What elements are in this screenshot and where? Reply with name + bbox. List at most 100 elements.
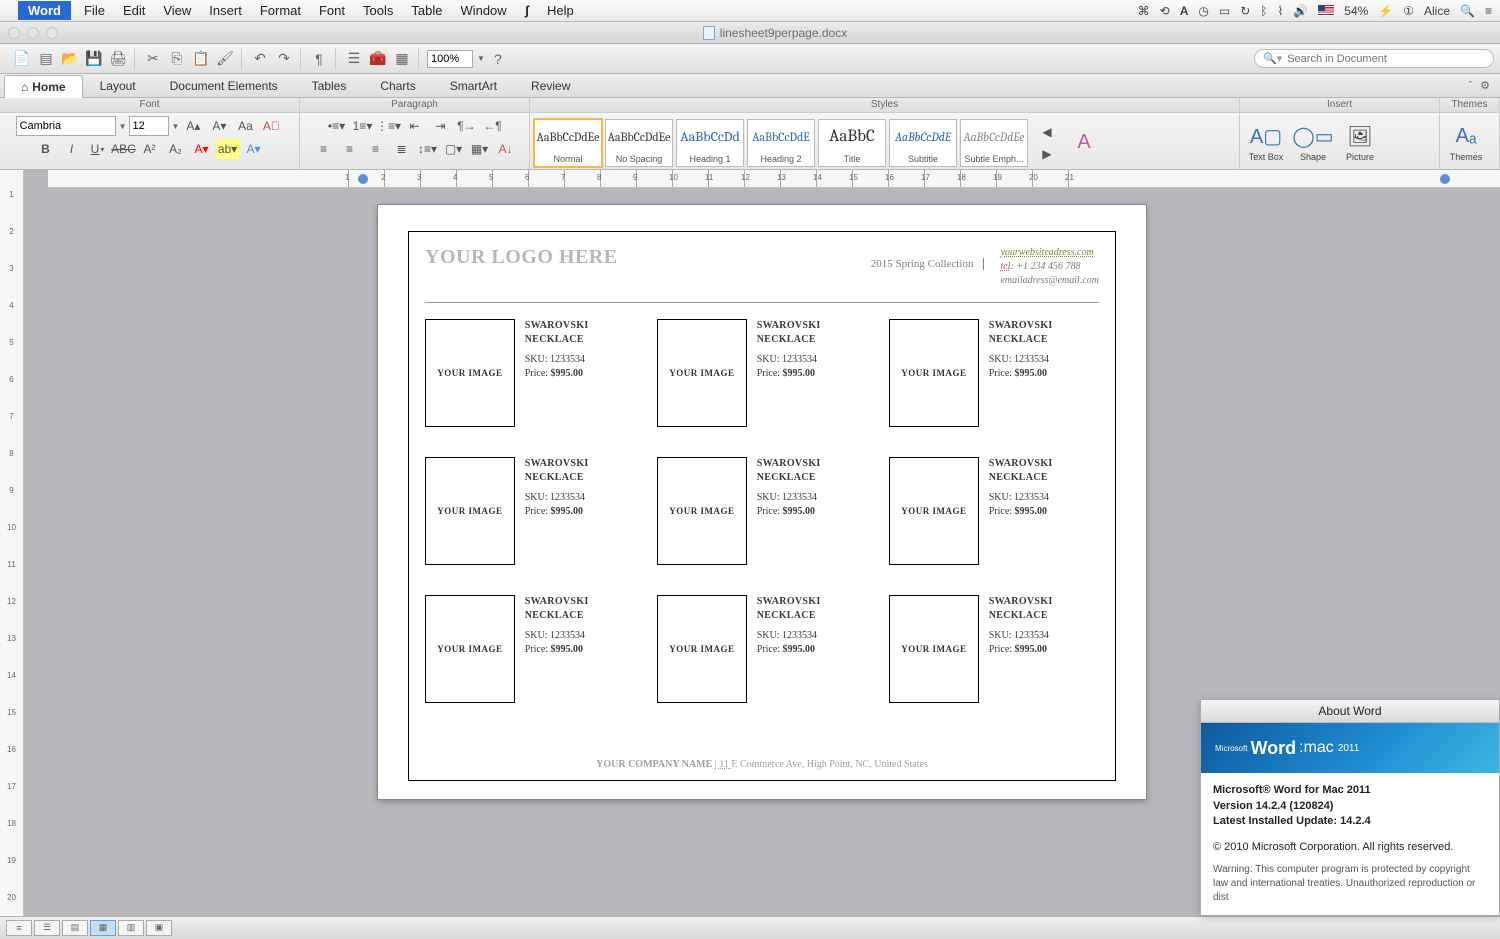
tab-smartart[interactable]: SmartArt: [433, 74, 514, 97]
menu-table[interactable]: Table: [402, 1, 451, 20]
superscript-button[interactable]: A²: [138, 139, 162, 159]
wifi-icon[interactable]: ⌇: [1277, 4, 1283, 18]
multilevel-button[interactable]: ⋮≡▾: [377, 116, 401, 136]
adobe-icon[interactable]: A: [1180, 4, 1189, 18]
highlight-button[interactable]: ab▾: [216, 139, 240, 159]
zoom-input[interactable]: [427, 50, 473, 68]
change-styles-button[interactable]: A: [1062, 118, 1106, 168]
change-case-icon[interactable]: Aa: [233, 116, 257, 136]
bold-button[interactable]: B: [34, 139, 58, 159]
product-info[interactable]: SWAROVSKI NECKLACESKU: 1233534Price: $99…: [757, 319, 867, 427]
product-cell[interactable]: YOUR IMAGESWAROVSKI NECKLACESKU: 1233534…: [889, 595, 1099, 703]
ltr-button[interactable]: ¶→: [455, 116, 479, 136]
battery-icon[interactable]: ⚡: [1378, 4, 1393, 18]
product-info[interactable]: SWAROVSKI NECKLACESKU: 1233534Price: $99…: [989, 319, 1099, 427]
font-name-select[interactable]: [16, 116, 116, 136]
decrease-indent-button[interactable]: ⇤: [403, 116, 427, 136]
product-image-placeholder[interactable]: YOUR IMAGE: [889, 595, 979, 703]
underline-button[interactable]: U▾: [86, 139, 110, 159]
zoom-button[interactable]: [46, 27, 58, 39]
product-info[interactable]: SWAROVSKI NECKLACESKU: 1233534Price: $99…: [525, 595, 635, 703]
subscript-button[interactable]: A₂: [164, 139, 188, 159]
font-color-button[interactable]: A▾: [190, 139, 214, 159]
save-icon[interactable]: 💾: [83, 48, 105, 70]
ruler-vertical[interactable]: 123456789101112131415161718192021: [0, 170, 24, 916]
shading-button[interactable]: ▢▾: [442, 139, 466, 159]
increase-indent-button[interactable]: ⇥: [429, 116, 453, 136]
font-size-select[interactable]: [129, 116, 169, 136]
bluetooth-icon[interactable]: ᛒ: [1260, 4, 1267, 18]
borders-button[interactable]: ▦▾: [468, 139, 492, 159]
menu-help[interactable]: Help: [538, 1, 583, 20]
collapse-ribbon-icon[interactable]: ˆ: [1468, 80, 1472, 92]
cut-icon[interactable]: ✂: [142, 48, 164, 70]
open-icon[interactable]: 📂: [59, 48, 81, 70]
product-info[interactable]: SWAROVSKI NECKLACESKU: 1233534Price: $99…: [525, 319, 635, 427]
search-field[interactable]: 🔍▾: [1254, 49, 1494, 68]
product-info[interactable]: SWAROVSKI NECKLACESKU: 1233534Price: $99…: [989, 457, 1099, 565]
product-info[interactable]: SWAROVSKI NECKLACESKU: 1233534Price: $99…: [757, 595, 867, 703]
shape-button[interactable]: ◯▭Shape: [1291, 118, 1335, 168]
volume-icon[interactable]: 🔊: [1293, 4, 1308, 18]
zoom-control[interactable]: ▼: [427, 50, 485, 68]
italic-button[interactable]: I: [60, 139, 84, 159]
tab-charts[interactable]: Charts: [363, 74, 432, 97]
product-image-placeholder[interactable]: YOUR IMAGE: [657, 457, 747, 565]
paste-icon[interactable]: 📋: [190, 48, 212, 70]
justify-button[interactable]: ≣: [390, 139, 414, 159]
media-icon[interactable]: ▦: [391, 48, 413, 70]
doc-collection-name[interactable]: 2015 Spring Collection: [871, 258, 985, 270]
sync-icon[interactable]: ⟲: [1160, 4, 1170, 18]
numbering-button[interactable]: 1≡▾: [351, 116, 375, 136]
rtl-button[interactable]: ←¶: [481, 116, 505, 136]
flag-us-icon[interactable]: [1318, 5, 1334, 16]
page[interactable]: YOUR LOGO HERE 2015 Spring Collection yo…: [377, 204, 1147, 800]
minimize-button[interactable]: [27, 27, 39, 39]
paw-icon[interactable]: ⌘: [1138, 4, 1150, 18]
tab-tables[interactable]: Tables: [295, 74, 364, 97]
doc-footer[interactable]: YOUR COMPANY NAME | 11 E Commerce Ave, H…: [425, 749, 1099, 770]
clear-formatting-icon[interactable]: A⃠: [259, 116, 283, 136]
sidebar-icon[interactable]: ☰: [343, 48, 365, 70]
style-scroll-right-icon[interactable]: ▶: [1035, 144, 1059, 164]
clock-icon[interactable]: ◷: [1198, 4, 1208, 18]
style-subtle-emph-[interactable]: AaBbCcDdEeSubtle Emph...: [960, 119, 1028, 167]
style-scroll-left-icon[interactable]: ◀: [1035, 122, 1059, 142]
product-info[interactable]: SWAROVSKI NECKLACESKU: 1233534Price: $99…: [757, 457, 867, 565]
view-publishing-button[interactable]: ▤: [62, 920, 88, 936]
doc-logo-placeholder[interactable]: YOUR LOGO HERE: [425, 246, 618, 269]
text-effects-button[interactable]: A▾: [242, 139, 266, 159]
menu-tools[interactable]: Tools: [354, 1, 402, 20]
product-image-placeholder[interactable]: YOUR IMAGE: [657, 319, 747, 427]
align-center-button[interactable]: ≡: [338, 139, 362, 159]
battery-text[interactable]: 54%: [1344, 4, 1368, 18]
style-no-spacing[interactable]: AaBbCcDdEeNo Spacing: [605, 119, 673, 167]
tab-document-elements[interactable]: Document Elements: [153, 74, 295, 97]
product-info[interactable]: SWAROVSKI NECKLACESKU: 1233534Price: $99…: [989, 595, 1099, 703]
tab-review[interactable]: Review: [514, 74, 587, 97]
picture-button[interactable]: 🖼Picture: [1338, 118, 1382, 168]
style-subtitle[interactable]: AaBbCcDdESubtitle: [889, 119, 957, 167]
menu-insert[interactable]: Insert: [200, 1, 251, 20]
bullets-button[interactable]: •≡▾: [325, 116, 349, 136]
product-cell[interactable]: YOUR IMAGESWAROVSKI NECKLACESKU: 1233534…: [889, 457, 1099, 565]
style-heading-1[interactable]: AaBbCcDdHeading 1: [676, 119, 744, 167]
undo-icon[interactable]: ↶: [249, 48, 271, 70]
product-cell[interactable]: YOUR IMAGESWAROVSKI NECKLACESKU: 1233534…: [657, 595, 867, 703]
view-print-layout-button[interactable]: ▦: [90, 920, 116, 936]
sort-button[interactable]: A↓: [494, 139, 518, 159]
format-painter-icon[interactable]: 🖌: [214, 48, 236, 70]
style-nav[interactable]: ◀▶: [1035, 122, 1059, 164]
textbox-button[interactable]: A▢Text Box: [1244, 118, 1288, 168]
view-notebook-button[interactable]: ▥: [118, 920, 144, 936]
align-left-button[interactable]: ≡: [312, 139, 336, 159]
tab-home[interactable]: ⌂Home: [4, 75, 83, 98]
style-heading-2[interactable]: AaBbCcDdEHeading 2: [747, 119, 815, 167]
app-name[interactable]: Word: [18, 1, 71, 20]
ruler-horizontal[interactable]: 123456789101112131415161718192021: [48, 170, 1500, 188]
user-name[interactable]: Alice: [1424, 4, 1450, 18]
show-hide-icon[interactable]: ¶: [308, 48, 330, 70]
new-doc-icon[interactable]: 📄: [11, 48, 33, 70]
product-cell[interactable]: YOUR IMAGESWAROVSKI NECKLACESKU: 1233534…: [657, 319, 867, 427]
themes-button[interactable]: AₐThemes: [1444, 118, 1488, 168]
